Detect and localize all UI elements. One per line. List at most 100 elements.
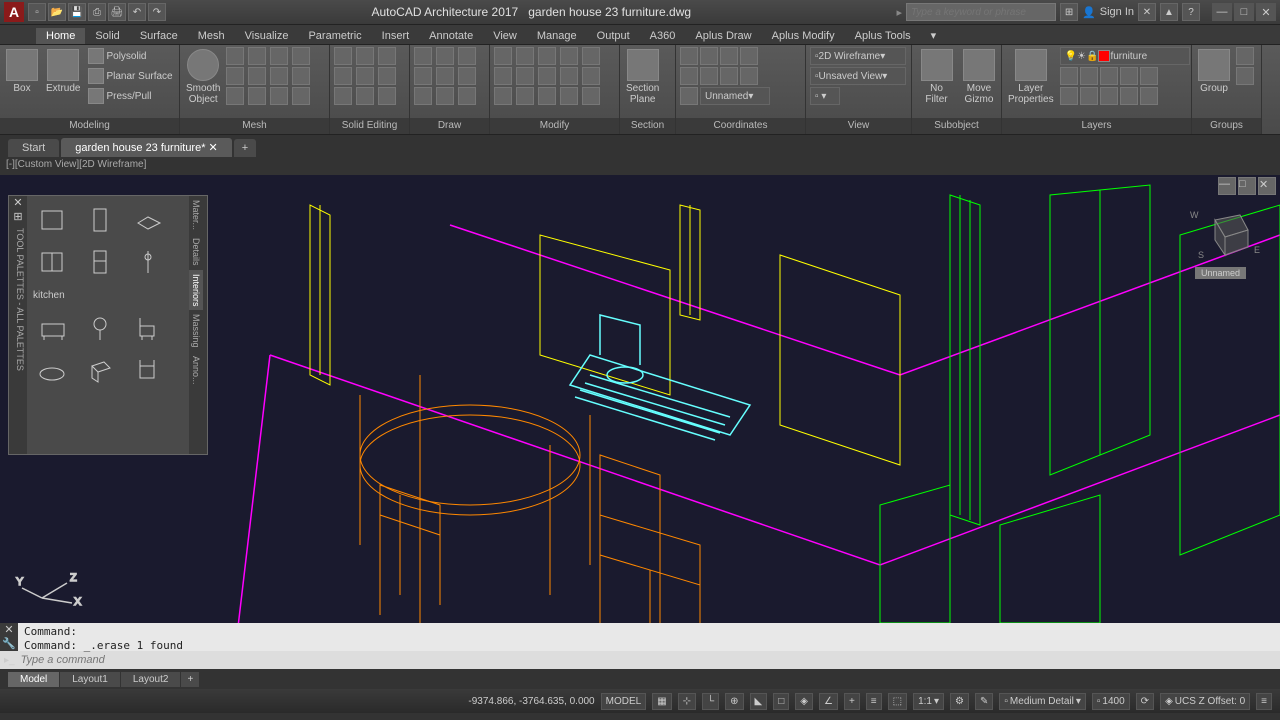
panel-coord-title[interactable]: Coordinates [676, 118, 805, 134]
palette-item[interactable] [33, 244, 73, 280]
layout-model[interactable]: Model [8, 672, 59, 687]
modify-tool-icon[interactable] [494, 67, 512, 85]
minimize-button[interactable]: — [1212, 3, 1232, 21]
status-model[interactable]: MODEL [601, 693, 647, 710]
layer-tool-icon[interactable] [1060, 67, 1078, 85]
palette-tab[interactable]: Anno... [189, 352, 203, 389]
draw-tool-icon[interactable] [458, 87, 476, 105]
new-icon[interactable]: ▫ [28, 3, 46, 21]
solidedit-tool-icon[interactable] [378, 47, 396, 65]
mesh-tool-icon[interactable] [248, 67, 266, 85]
solidedit-tool-icon[interactable] [356, 87, 374, 105]
status-ortho-icon[interactable]: └ [702, 693, 719, 710]
modify-tool-icon[interactable] [516, 87, 534, 105]
mesh-tool-icon[interactable] [226, 67, 244, 85]
solidedit-tool-icon[interactable] [334, 67, 352, 85]
status-iso-icon[interactable]: ◣ [750, 693, 768, 710]
panel-modify-title[interactable]: Modify [490, 118, 619, 134]
palette-tab[interactable]: Details [189, 234, 203, 270]
draw-tool-icon[interactable] [436, 47, 454, 65]
close-button[interactable]: ✕ [1256, 3, 1276, 21]
status-grid-icon[interactable]: ▦ [652, 693, 671, 710]
tab-insert[interactable]: Insert [372, 28, 420, 44]
solidedit-tool-icon[interactable] [334, 47, 352, 65]
cmd-input[interactable] [15, 654, 1276, 666]
cmd-wrench-icon[interactable]: 🔧 [0, 637, 18, 651]
tab-mesh[interactable]: Mesh [188, 28, 235, 44]
tab-surface[interactable]: Surface [130, 28, 188, 44]
a360-icon[interactable]: ▲ [1160, 3, 1178, 21]
tab-manage[interactable]: Manage [527, 28, 587, 44]
modify-tool-icon[interactable] [582, 47, 600, 65]
palette-tab[interactable]: Massing [189, 310, 203, 352]
layer-tool-icon[interactable] [1060, 87, 1078, 105]
viewcube-ucs[interactable]: Unnamed [1195, 267, 1246, 279]
draw-tool-icon[interactable] [458, 47, 476, 65]
section-plane-button[interactable]: Section Plane [624, 47, 661, 107]
status-lwt-icon[interactable]: ≡ [866, 693, 882, 710]
coord-tool-icon[interactable] [720, 67, 738, 85]
save-icon[interactable]: 💾 [68, 3, 86, 21]
tab-aplusdraw[interactable]: Aplus Draw [685, 28, 761, 44]
mesh-tool-icon[interactable] [270, 87, 288, 105]
palette-item[interactable] [33, 353, 73, 389]
solidedit-tool-icon[interactable] [378, 87, 396, 105]
layout-2[interactable]: Layout2 [121, 672, 181, 687]
status-replace-icon[interactable]: ⟳ [1136, 693, 1154, 710]
tab-home[interactable]: Home [36, 28, 85, 44]
status-osnap-icon[interactable]: □ [773, 693, 789, 710]
viewport[interactable]: ✕ ⊞ TOOL PALETTES - ALL PALETTES kitchen [0, 175, 1280, 623]
panel-layers-title[interactable]: Layers [1002, 118, 1191, 134]
modify-tool-icon[interactable] [560, 87, 578, 105]
coord-tool-icon[interactable] [680, 67, 698, 85]
group-button[interactable]: Group [1196, 47, 1232, 96]
panel-subobj-title[interactable]: Subobject [912, 118, 1001, 134]
panel-groups-title[interactable]: Groups [1192, 118, 1261, 134]
smooth-button[interactable]: Smooth Object [184, 47, 222, 107]
box-button[interactable]: Box [4, 47, 40, 96]
layerprops-button[interactable]: Layer Properties [1006, 47, 1056, 107]
polysolid-button[interactable]: Polysolid [86, 47, 174, 65]
panel-solidedit-title[interactable]: Solid Editing [330, 118, 409, 134]
status-polar-icon[interactable]: ⊕ [725, 693, 743, 710]
extrude-button[interactable]: Extrude [44, 47, 82, 96]
ucs-dropdown[interactable]: Unnamed ▾ [700, 87, 770, 105]
modify-tool-icon[interactable] [538, 47, 556, 65]
draw-tool-icon[interactable] [436, 67, 454, 85]
ribbon-overflow-icon[interactable]: ▾ [921, 27, 947, 44]
coord-tool-icon[interactable] [700, 47, 718, 65]
status-detail[interactable]: ▫ Medium Detail ▾ [999, 693, 1086, 710]
draw-tool-icon[interactable] [414, 87, 432, 105]
layer-tool-icon[interactable] [1120, 67, 1138, 85]
search-input[interactable] [906, 3, 1056, 21]
palette-item[interactable] [129, 311, 169, 347]
tab-view[interactable]: View [483, 28, 527, 44]
undo-icon[interactable]: ↶ [128, 3, 146, 21]
mesh-tool-icon[interactable] [292, 47, 310, 65]
layout-add[interactable]: + [181, 672, 199, 687]
mesh-tool-icon[interactable] [226, 87, 244, 105]
cmd-close-icon[interactable]: ✕ [0, 623, 18, 637]
tab-annotate[interactable]: Annotate [419, 28, 483, 44]
planar-button[interactable]: Planar Surface [86, 67, 174, 85]
tab-parametric[interactable]: Parametric [298, 28, 371, 44]
coord-tool-icon[interactable] [700, 67, 718, 85]
layer-tool-icon[interactable] [1100, 67, 1118, 85]
nofilter-button[interactable]: No Filter [916, 47, 957, 107]
mesh-tool-icon[interactable] [292, 67, 310, 85]
tab-visualize[interactable]: Visualize [235, 28, 299, 44]
modify-tool-icon[interactable] [582, 67, 600, 85]
palette-item[interactable] [81, 202, 121, 238]
palette-tab-active[interactable]: Interiors [189, 270, 203, 311]
tab-start[interactable]: Start [8, 139, 59, 157]
status-ucs-offset[interactable]: ◈ UCS Z Offset: 0 [1160, 693, 1250, 710]
layer-dropdown[interactable]: 💡☀🔒 furniture [1060, 47, 1190, 65]
status-anno-icon[interactable]: ✎ [975, 693, 993, 710]
app-logo[interactable]: A [4, 2, 24, 22]
palette-item[interactable] [33, 202, 73, 238]
group-tool-icon[interactable] [1236, 67, 1254, 85]
mesh-tool-icon[interactable] [270, 67, 288, 85]
layer-tool-icon[interactable] [1080, 87, 1098, 105]
mesh-tool-icon[interactable] [270, 47, 288, 65]
exchange-icon[interactable]: ✕ [1138, 3, 1156, 21]
